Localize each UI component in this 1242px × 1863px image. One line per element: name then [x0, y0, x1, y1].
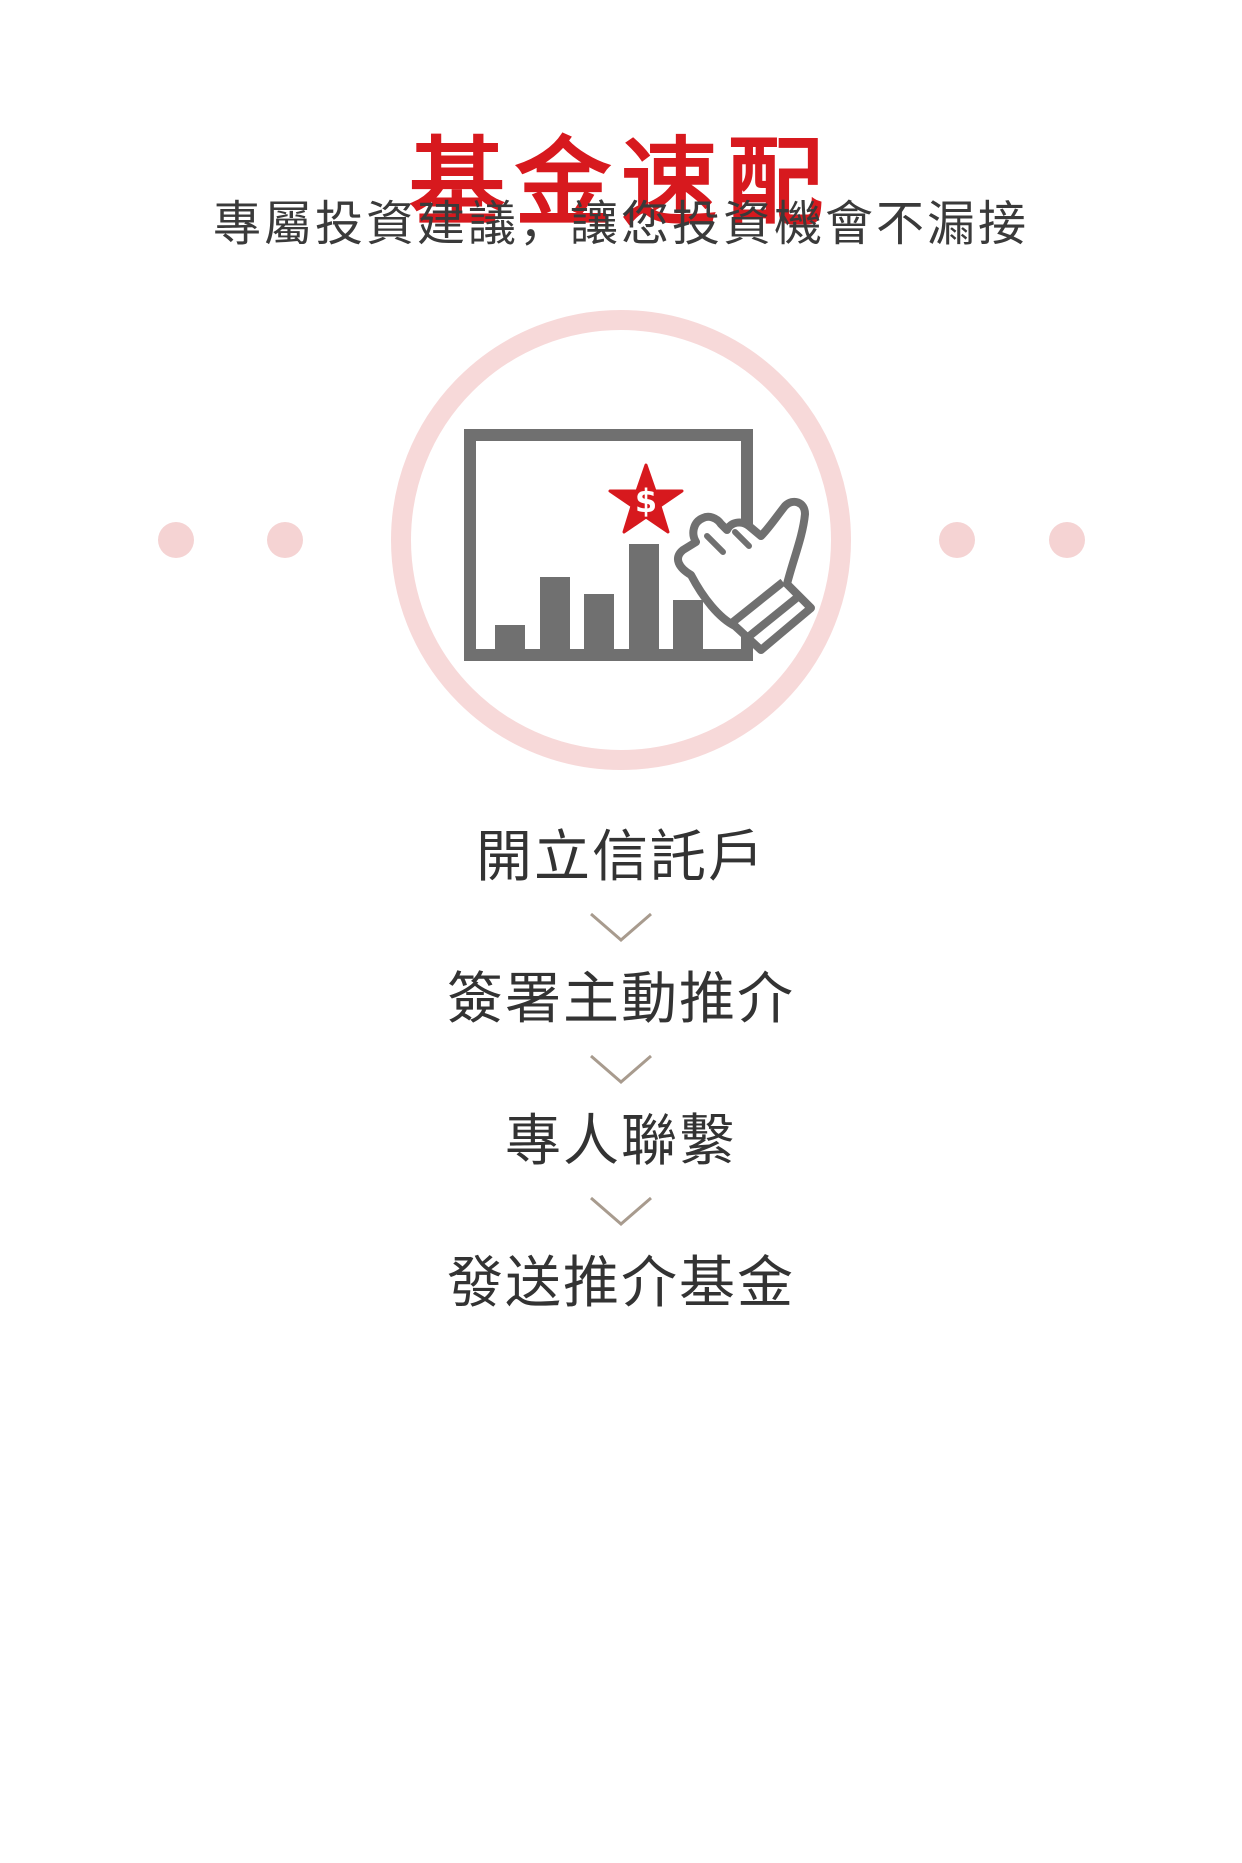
page: 基金速配 專屬投資建議，讓您投資機會不漏接 $ 開立信託戶 簽署主動推介 專人聯… [0, 0, 1242, 1863]
chart-bar-3 [584, 594, 614, 649]
chevron-down-icon [588, 1050, 654, 1090]
step-send-recommended-funds: 發送推介基金 [447, 1251, 795, 1316]
decor-dot-left-1 [158, 522, 194, 558]
svg-text:$: $ [635, 482, 657, 520]
process-steps: 開立信託戶 簽署主動推介 專人聯繫 發送推介基金 [0, 818, 1242, 1324]
chart-bar-1 [495, 625, 525, 649]
hero-illustration: $ [121, 300, 1121, 780]
page-subtitle: 專屬投資建議，讓您投資機會不漏接 [212, 196, 1029, 252]
chart-bar-4 [629, 544, 659, 649]
chevron-down-icon [588, 908, 654, 948]
chart-bar-2 [540, 577, 570, 649]
step-sign-active-recommendation: 簽署主動推介 [447, 967, 795, 1032]
decor-dot-left-2 [267, 522, 303, 558]
chevron-down-icon [588, 1192, 654, 1232]
decor-dot-right-1 [939, 522, 975, 558]
chart-bar-5 [673, 600, 703, 649]
step-open-trust-account: 開立信託戶 [476, 825, 766, 890]
step-specialist-contact: 專人聯繫 [505, 1109, 737, 1174]
decor-dot-right-2 [1049, 522, 1085, 558]
